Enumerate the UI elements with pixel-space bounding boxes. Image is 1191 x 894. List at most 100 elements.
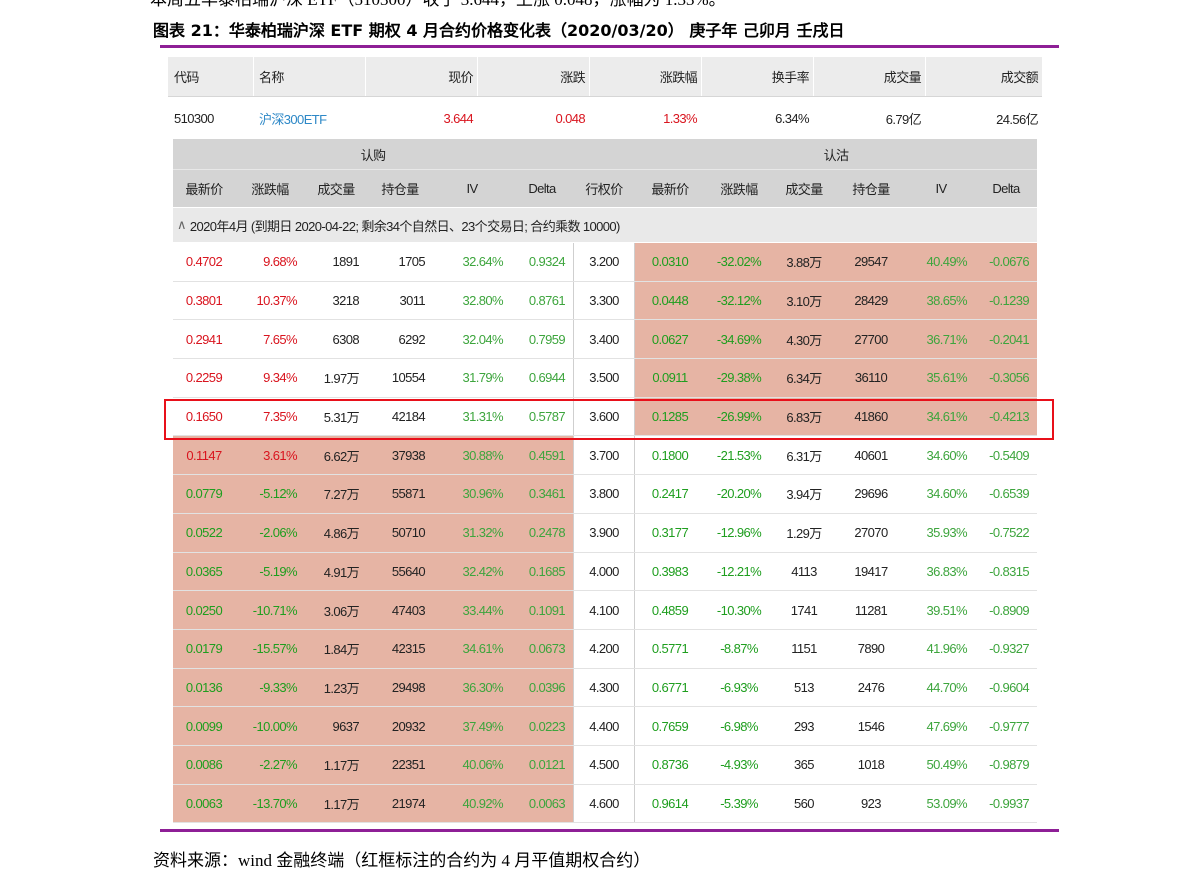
put-column-header-4[interactable]: IV (907, 170, 975, 207)
call-column-header-0[interactable]: 最新价 (173, 170, 235, 207)
strike-price: 3.800 (589, 486, 619, 502)
put-cell-2: 293 (794, 718, 814, 734)
table-row[interactable]: 0.0179 -15.57% 1.84万 42315 34.61% 0.0673 4.200… (173, 629, 1037, 669)
call-cell-0: 0.4702 (185, 254, 223, 270)
put-cell-3: 29547 (854, 254, 888, 270)
call-cell-5: 0.0121 (528, 757, 566, 773)
put-cell-5: -0.0676 (989, 254, 1030, 270)
put-cell-1: -4.93% (720, 757, 758, 773)
underlying-header-row: 代码 名称 现价 涨跌 涨跌幅 换手率 成交量 成交额 (168, 57, 1042, 97)
table-row[interactable]: 0.0099 -10.00% 9637 20932 37.49% 0.0223 4.400 0… (173, 707, 1037, 746)
call-cell-0: 0.0099 (185, 718, 223, 734)
expiry-month-text: 2020年4月 (到期日 2020-04-22; 剩余34个自然日、23个交易日… (189, 218, 620, 234)
put-cell-1: -34.69% (716, 331, 762, 347)
table-row[interactable]: 0.0136 -9.33% 1.23万 29498 36.30% 0.0396 4.300 0… (173, 668, 1037, 708)
put-column-header-3[interactable]: 持仓量 (835, 170, 907, 207)
put-cell-3: 2476 (857, 679, 885, 695)
put-cell-3: 28429 (854, 293, 888, 309)
call-cell-3: 55640 (391, 563, 426, 579)
put-cell-1: -6.98% (720, 718, 758, 734)
figure-title: 图表 21：华泰柏瑞沪深 ETF 期权 4 月合约价格变化表（2020/03/2… (153, 21, 845, 40)
underlying-header-7: 成交额 (1000, 70, 1039, 85)
table-row[interactable]: 0.2941 7.65% 6308 6292 32.04% 0.7959 3.400 0.06… (173, 320, 1037, 360)
call-cell-5: 0.1685 (528, 563, 566, 579)
put-cell-4: 44.70% (926, 679, 968, 695)
call-cell-1: -10.00% (252, 718, 298, 734)
underlying-value-7: 24.56亿 (996, 111, 1039, 127)
call-cell-1: -5.12% (259, 486, 297, 502)
header-separator (925, 57, 926, 96)
call-cell-3: 55871 (391, 486, 426, 502)
expiry-month-row[interactable]: ∧ 2020年4月 (到期日 2020-04-22; 剩余34个自然日、23个交… (173, 208, 1037, 242)
call-column-header-1[interactable]: 涨跌幅 (235, 170, 305, 207)
put-column-header-2[interactable]: 成交量 (773, 170, 835, 207)
call-cell-4: 31.79% (462, 370, 504, 386)
call-cell-3: 21974 (391, 795, 426, 811)
put-cell-0: 0.3177 (651, 525, 689, 541)
table-row[interactable]: 0.1147 3.61% 6.62万 37938 30.88% 0.4591 3.700 0.… (173, 436, 1037, 476)
strike-price: 3.400 (589, 331, 619, 347)
put-column-header-5[interactable]: Delta (975, 170, 1037, 207)
call-cell-2: 3.06万 (323, 603, 360, 619)
call-cell-3: 50710 (391, 525, 426, 541)
put-cell-2: 3.10万 (786, 294, 822, 310)
put-cell-2: 1741 (790, 602, 818, 618)
strike-column-header[interactable]: 行权价 (573, 170, 635, 207)
table-row[interactable]: 0.0250 -10.71% 3.06万 47403 33.44% 0.1091 4.100… (173, 591, 1037, 630)
call-cell-3: 37938 (391, 447, 426, 463)
call-cell-1: -10.71% (252, 602, 298, 618)
call-column-header-5[interactable]: Delta (511, 170, 573, 207)
call-cell-5: 0.0223 (528, 718, 566, 734)
call-cell-1: -5.19% (259, 563, 297, 579)
call-cell-2: 3218 (332, 293, 359, 309)
call-put-group-row: 认购 认沽 (173, 139, 1037, 169)
underlying-value-1[interactable]: 沪深300ETF (253, 97, 365, 139)
call-column-header-3[interactable]: 持仓量 (367, 170, 433, 207)
strike-price: 3.300 (589, 293, 619, 309)
put-cell-1: -8.87% (720, 641, 758, 657)
underlying-header-2: 现价 (448, 70, 473, 85)
table-row[interactable]: 0.0522 -2.06% 4.86万 50710 31.32% 0.2478 3.900 0… (173, 513, 1037, 553)
call-cell-4: 40.92% (462, 795, 504, 811)
underlying-value-row[interactable]: 510300 沪深300ETF 3.644 0.048 1.33% 6.34% 6.79亿 2… (168, 97, 1042, 139)
call-cell-4: 32.80% (462, 293, 504, 309)
call-cell-3: 3011 (399, 293, 425, 309)
put-cell-5: -0.9604 (989, 679, 1030, 695)
underlying-header-0: 代码 (174, 70, 199, 85)
collapse-caret-icon[interactable]: ∧ (177, 217, 187, 233)
put-cell-2: 6.34万 (786, 371, 822, 387)
put-cell-3: 1546 (857, 718, 885, 734)
call-cell-1: -2.06% (259, 525, 297, 541)
table-row[interactable]: 0.0779 -5.12% 7.27万 55871 30.96% 0.3461 3.800 0… (173, 475, 1037, 514)
table-row[interactable]: 0.3801 10.37% 3218 3011 32.80% 0.8761 3.300 0.0… (173, 281, 1037, 321)
table-row[interactable]: 0.0365 -5.19% 4.91万 55640 32.42% 0.1685 4.000 0… (173, 552, 1037, 592)
call-cell-3: 6292 (398, 331, 425, 347)
call-cell-2: 1.84万 (323, 642, 360, 658)
strike-price: 4.100 (589, 602, 619, 618)
call-cell-2: 7.27万 (323, 487, 360, 503)
table-row[interactable]: 0.4702 9.68% 1891 1705 32.64% 0.9324 3.200 0.03… (173, 243, 1037, 282)
put-cell-0: 0.5771 (651, 641, 689, 657)
underlying-value-4: 1.33% (663, 110, 697, 126)
call-cell-4: 30.96% (462, 486, 504, 502)
table-row[interactable]: 0.0063 -13.70% 1.17万 21974 40.92% 0.0063 4.600… (173, 784, 1037, 824)
put-column-header-0[interactable]: 最新价 (635, 170, 705, 207)
call-column-header-4[interactable]: IV (433, 170, 511, 207)
call-cell-0: 0.2259 (185, 370, 223, 386)
put-cell-4: 53.09% (926, 795, 968, 811)
put-cell-5: -0.9327 (989, 641, 1030, 657)
call-cell-3: 10554 (391, 370, 426, 386)
put-cell-2: 1151 (791, 641, 817, 657)
header-separator (589, 57, 590, 96)
call-column-header-2[interactable]: 成交量 (305, 170, 367, 207)
put-column-header-1[interactable]: 涨跌幅 (705, 170, 773, 207)
strike-price: 4.600 (589, 795, 619, 811)
table-row[interactable]: 0.2259 9.34% 1.97万 10554 31.79% 0.6944 3.500 0.… (173, 359, 1037, 398)
call-cell-5: 0.1091 (528, 602, 566, 618)
call-cell-4: 34.61% (462, 641, 504, 657)
underlying-header-4: 涨跌幅 (659, 70, 698, 85)
put-cell-5: -0.9937 (989, 795, 1030, 811)
call-cell-1: -13.70% (252, 795, 298, 811)
table-row[interactable]: 0.0086 -2.27% 1.17万 22351 40.06% 0.0121 4.500 0… (173, 745, 1037, 785)
put-cell-5: -0.1239 (989, 293, 1030, 309)
